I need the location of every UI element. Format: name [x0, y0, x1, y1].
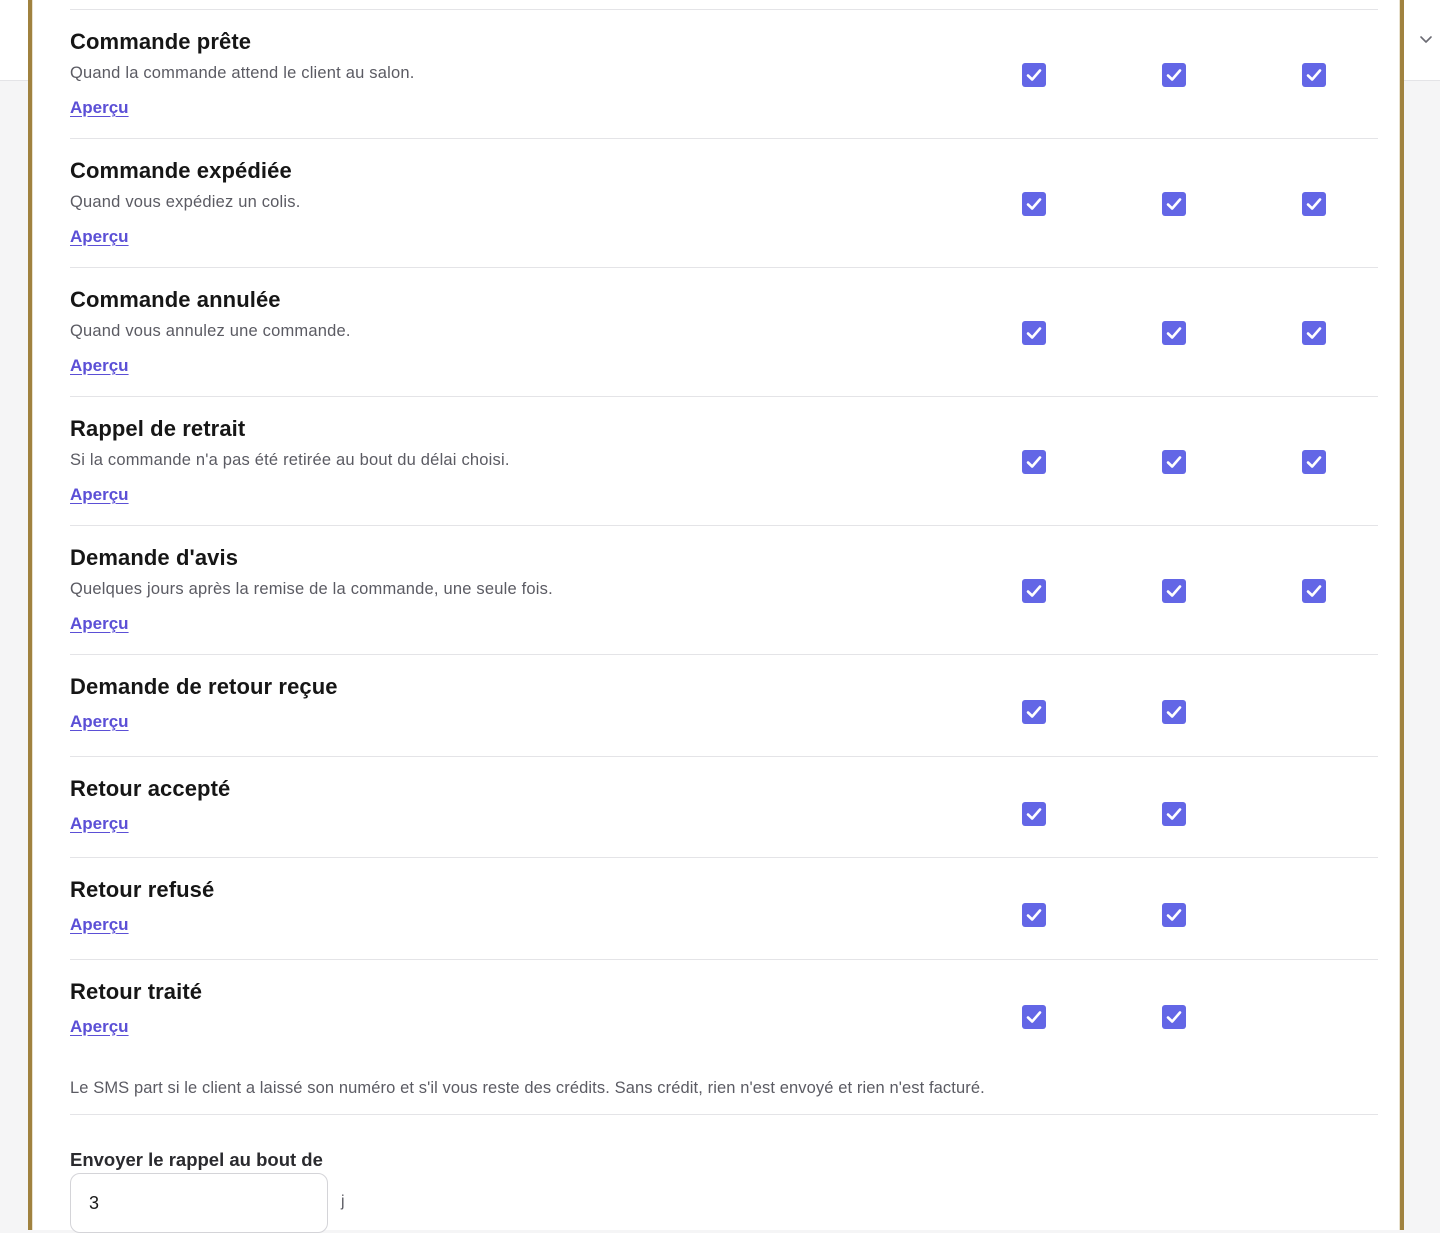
preview-link[interactable]: Aperçu [70, 356, 129, 376]
channel-checkbox-2[interactable] [1162, 192, 1186, 216]
channel-checkbox-1[interactable] [1022, 63, 1046, 87]
channel-checkbox-1[interactable] [1022, 321, 1046, 345]
checkmark-icon [1026, 807, 1042, 820]
channel-checkbox-2[interactable] [1162, 801, 1186, 826]
channel-checkbox-2[interactable] [1162, 321, 1186, 345]
notification-row: Commande prête Quand la commande attend l… [70, 9, 1378, 138]
preview-link[interactable]: Aperçu [70, 1017, 129, 1037]
notification-title: Demande de retour reçue [70, 674, 338, 699]
checkmark-icon [1026, 327, 1042, 339]
channel-checkbox-2[interactable] [1162, 450, 1186, 474]
channel-checkbox-1[interactable] [1022, 579, 1046, 603]
notification-description: Quelques jours après la remise de la com… [70, 580, 553, 598]
checkmark-icon [1026, 456, 1042, 468]
channel-checkbox-2[interactable] [1162, 579, 1186, 603]
reminder-delay-label: Envoyer le rappel au bout de [70, 1149, 323, 1170]
channel-checkbox-2[interactable] [1162, 903, 1186, 927]
section-divider [70, 1114, 1378, 1115]
notification-title: Retour accepté [70, 775, 231, 801]
notification-title: Rappel de retrait [70, 416, 246, 441]
notification-description: Quand vous annulez une commande. [70, 322, 351, 340]
notifications-modal: Commande prête Quand la commande attend l… [28, 0, 1404, 1233]
notification-row: Demande de retour reçue Aperçu [70, 654, 1378, 756]
checkmark-icon [1026, 909, 1042, 921]
channel-checkbox-3[interactable] [1302, 321, 1326, 345]
checkmark-icon [1306, 456, 1322, 468]
notification-row: Retour accepté Aperçu [70, 755, 1378, 858]
checkmark-icon [1166, 909, 1182, 921]
checkmark-icon [1026, 706, 1042, 718]
checkmark-icon [1166, 585, 1182, 597]
notification-row: Commande annulée Quand vous annulez une c… [70, 267, 1378, 396]
notification-row: Rappel de retrait Si la commande n'a pas … [70, 396, 1378, 525]
channel-checkbox-3[interactable] [1302, 63, 1326, 87]
preview-link[interactable]: Aperçu [70, 712, 129, 732]
checkmark-icon [1166, 706, 1182, 718]
notification-title: Demande d'avis [70, 545, 239, 570]
checkmark-icon [1306, 327, 1322, 339]
channel-checkbox-3[interactable] [1302, 192, 1326, 216]
checkmark-icon [1306, 585, 1322, 597]
checkmark-icon [1026, 198, 1042, 210]
checkmark-icon [1166, 807, 1182, 820]
notification-list: Commande prête Quand la commande attend l… [70, 9, 1378, 1060]
preview-link[interactable]: Aperçu [70, 485, 129, 505]
preview-link[interactable]: Aperçu [70, 98, 129, 118]
channel-checkbox-1[interactable] [1022, 801, 1046, 826]
checkmark-icon [1166, 198, 1182, 210]
notification-title: Commande prête [70, 29, 252, 54]
checkmark-icon [1026, 69, 1042, 81]
checkmark-icon [1166, 1010, 1182, 1023]
notification-title: Retour refusé [70, 877, 215, 902]
notification-row: Retour traité Aperçu [70, 958, 1378, 1061]
notifications-settings: Commande prête Quand la commande attend l… [70, 9, 1378, 1233]
notification-description: Si la commande n'a pas été retirée au bo… [70, 451, 510, 469]
channel-checkbox-2[interactable] [1162, 1004, 1186, 1029]
channel-checkbox-1[interactable] [1022, 450, 1046, 474]
preview-link[interactable]: Aperçu [70, 614, 129, 634]
checkmark-icon [1026, 585, 1042, 597]
channel-checkbox-3[interactable] [1302, 579, 1326, 603]
preview-link[interactable]: Aperçu [70, 227, 129, 247]
notification-row: Demande d'avis Quelques jours après la re… [70, 525, 1378, 654]
notification-title: Commande expédiée [70, 158, 292, 183]
channel-checkbox-2[interactable] [1162, 700, 1186, 724]
checkmark-icon [1166, 69, 1182, 81]
checkmark-icon [1306, 198, 1322, 210]
reminder-delay-input[interactable] [70, 1173, 328, 1233]
sms-footnote: Le SMS part si le client a laissé son nu… [70, 1079, 985, 1097]
checkmark-icon [1026, 1010, 1042, 1023]
checkmark-icon [1306, 69, 1322, 81]
preview-link[interactable]: Aperçu [70, 814, 129, 834]
checkmark-icon [1166, 327, 1182, 339]
notification-row: Retour refusé Aperçu [70, 857, 1378, 959]
notification-title: Commande annulée [70, 287, 281, 312]
channel-checkbox-2[interactable] [1162, 63, 1186, 87]
notification-title: Retour traité [70, 978, 203, 1004]
channel-checkbox-3[interactable] [1302, 450, 1326, 474]
channel-checkbox-1[interactable] [1022, 700, 1046, 724]
notification-description: Quand vous expédiez un colis. [70, 193, 301, 211]
chevron-down-icon[interactable] [1417, 30, 1435, 48]
notification-description: Quand la commande attend le client au sa… [70, 64, 415, 82]
notification-row: Commande expédiée Quand vous expédiez un … [70, 138, 1378, 267]
checkmark-icon [1166, 456, 1182, 468]
channel-checkbox-1[interactable] [1022, 1004, 1046, 1029]
preview-link[interactable]: Aperçu [70, 915, 129, 935]
reminder-delay-unit: j [341, 1193, 345, 1210]
channel-checkbox-1[interactable] [1022, 903, 1046, 927]
channel-checkbox-1[interactable] [1022, 192, 1046, 216]
